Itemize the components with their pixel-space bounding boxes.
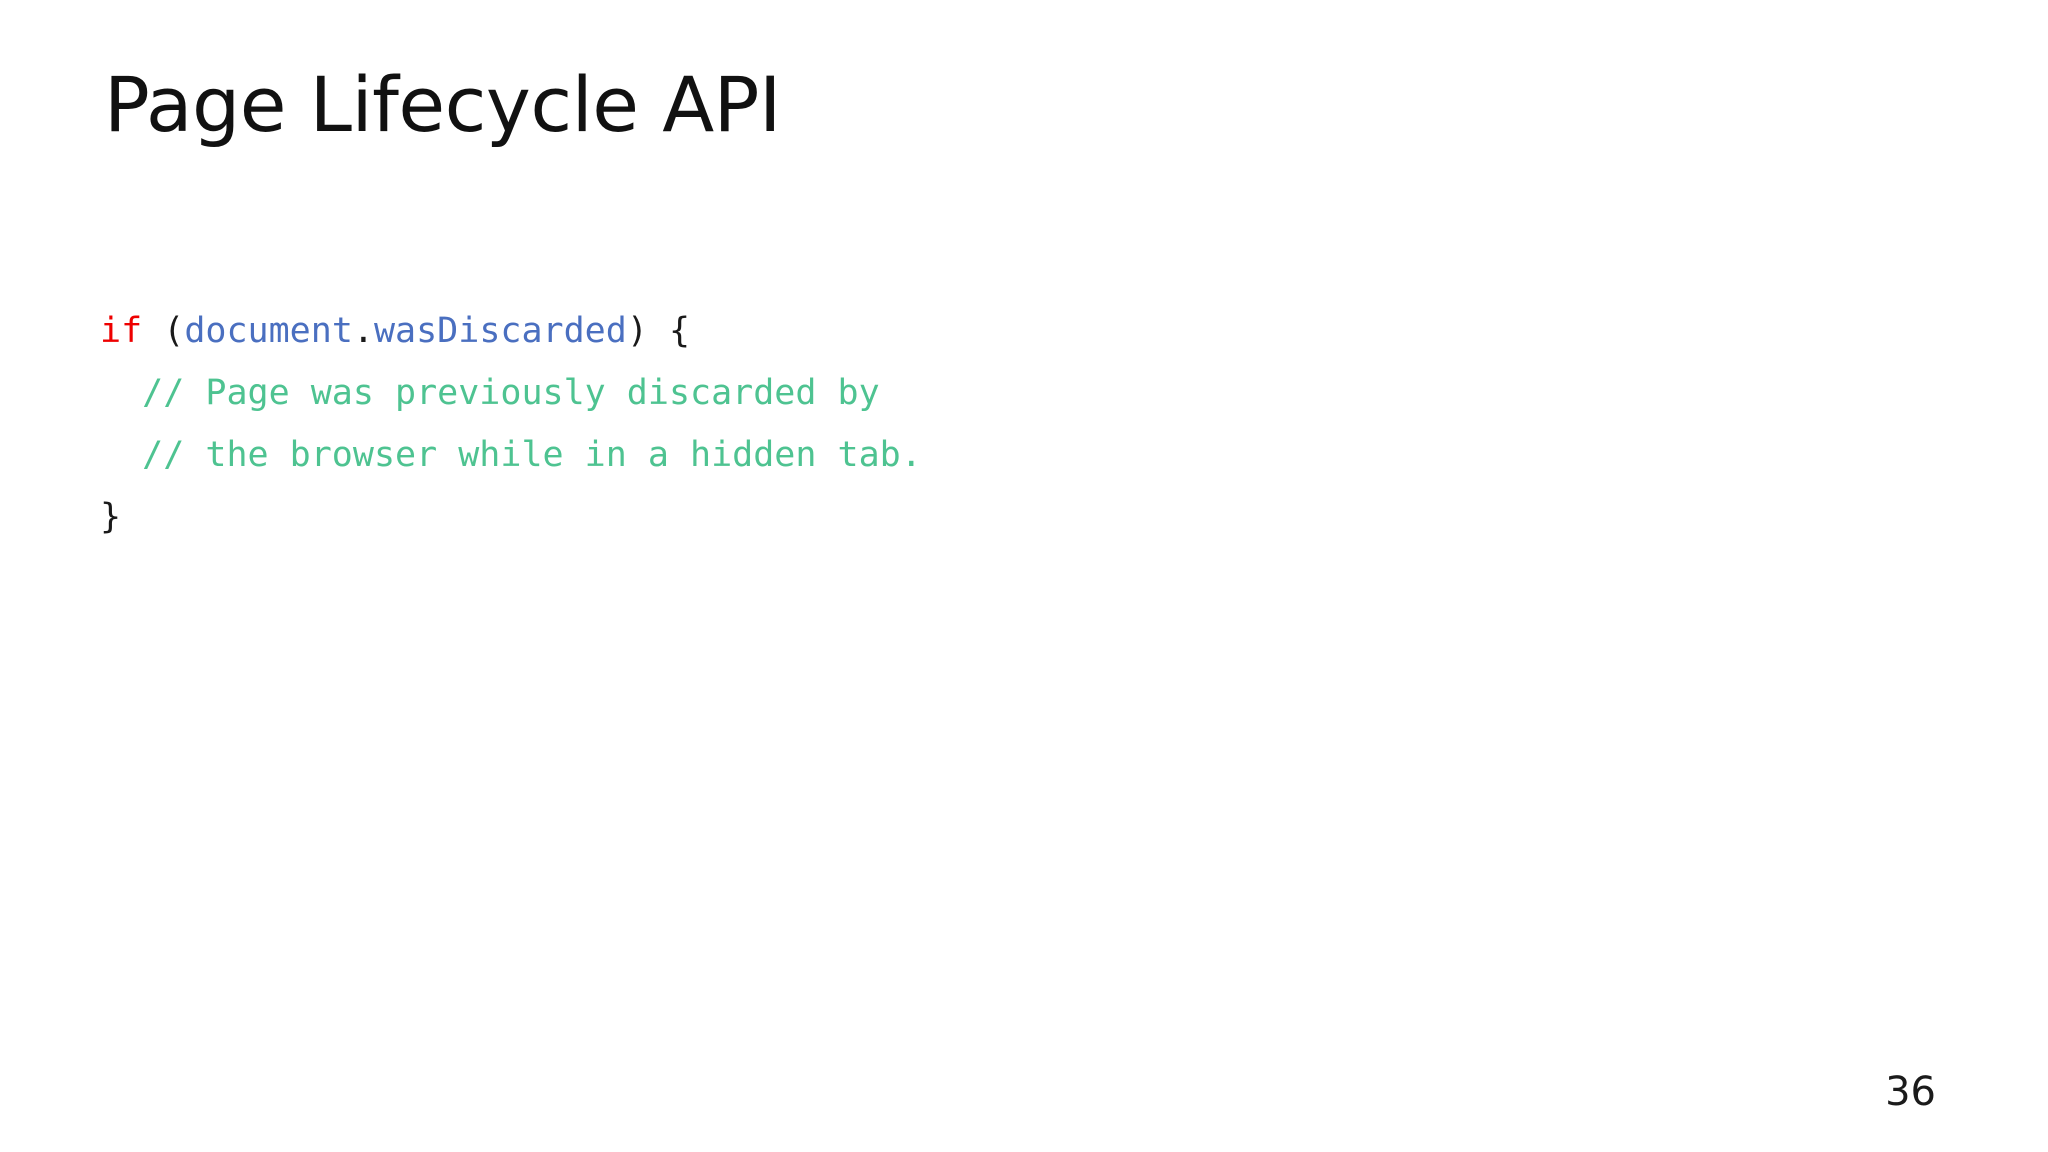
- code-line: // the browser while in a hidden tab.: [100, 424, 922, 486]
- code-token-comment: // the browser while in a hidden tab.: [142, 435, 922, 475]
- code-line: if (document.wasDiscarded) {: [100, 300, 922, 362]
- page-title: Page Lifecycle API: [104, 60, 781, 149]
- code-block: if (document.wasDiscarded) { // Page was…: [100, 300, 922, 548]
- code-token-comment: // Page was previously discarded by: [142, 373, 880, 413]
- code-line: // Page was previously discarded by: [100, 362, 922, 424]
- code-token-punct: }: [100, 497, 122, 537]
- code-token-punct: .: [352, 311, 374, 351]
- code-token-punct: (: [142, 311, 185, 351]
- presentation-slide: Page Lifecycle API if (document.wasDisca…: [0, 0, 2048, 1152]
- code-line: }: [100, 486, 922, 548]
- code-token-ident: wasDiscarded: [373, 311, 627, 351]
- page-number: 36: [1885, 1069, 1936, 1115]
- code-content: if (document.wasDiscarded) { // Page was…: [100, 300, 922, 548]
- code-token-punct: ) {: [626, 311, 691, 351]
- code-token-keyword: if: [100, 311, 143, 351]
- code-token-ident: document: [184, 311, 353, 351]
